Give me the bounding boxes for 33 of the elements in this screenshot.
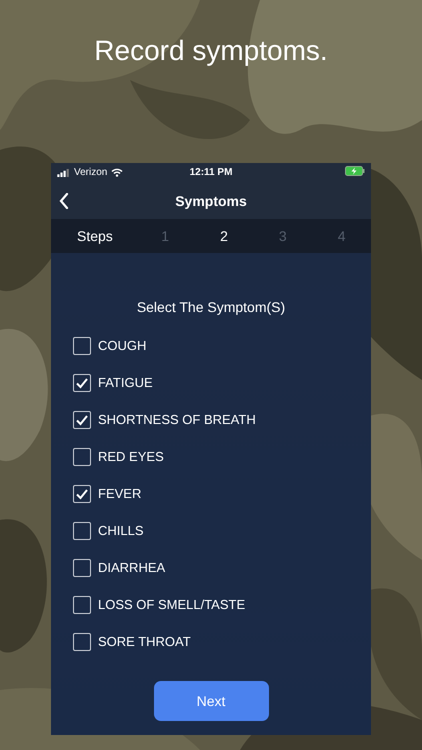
step-number: 4 bbox=[336, 228, 346, 244]
checkbox[interactable] bbox=[73, 558, 91, 576]
symptom-label: COUGH bbox=[98, 338, 146, 353]
checkbox[interactable] bbox=[73, 448, 91, 466]
wifi-icon bbox=[111, 168, 124, 177]
symptom-label: SORE THROAT bbox=[98, 634, 191, 649]
checkbox[interactable] bbox=[73, 374, 91, 392]
checkbox[interactable] bbox=[73, 484, 91, 502]
symptom-label: FATIGUE bbox=[98, 375, 153, 390]
status-time: 12:11 PM bbox=[188, 167, 234, 178]
symptom-label: SHORTNESS OF BREATH bbox=[98, 412, 256, 427]
battery-icon bbox=[345, 166, 365, 176]
symptom-label: RED EYES bbox=[98, 449, 164, 464]
symptom-label: CHILLS bbox=[98, 523, 144, 538]
signal-icon bbox=[57, 168, 70, 176]
step-number: 3 bbox=[278, 228, 288, 244]
next-button[interactable]: Next bbox=[154, 681, 268, 721]
carrier-name: Verizon bbox=[74, 167, 108, 178]
steps-label: Steps bbox=[76, 228, 114, 244]
headline: Record symptoms. bbox=[94, 34, 328, 68]
checkbox[interactable] bbox=[73, 522, 91, 540]
screen-title: Symptoms bbox=[175, 192, 247, 208]
step-number: 2 bbox=[219, 228, 229, 244]
symptom-label: FEVER bbox=[98, 486, 142, 501]
symptom-label: LOSS OF SMELL/TASTE bbox=[98, 597, 246, 612]
checkbox[interactable] bbox=[73, 632, 91, 650]
checkbox[interactable] bbox=[73, 596, 91, 614]
step-number: 1 bbox=[160, 228, 170, 244]
section-heading: Select The Symptom(S) bbox=[136, 299, 286, 315]
back-icon[interactable] bbox=[59, 192, 69, 208]
symptom-label: DIARRHEA bbox=[98, 560, 166, 575]
checkbox[interactable] bbox=[73, 410, 91, 428]
checkbox[interactable] bbox=[73, 336, 91, 354]
